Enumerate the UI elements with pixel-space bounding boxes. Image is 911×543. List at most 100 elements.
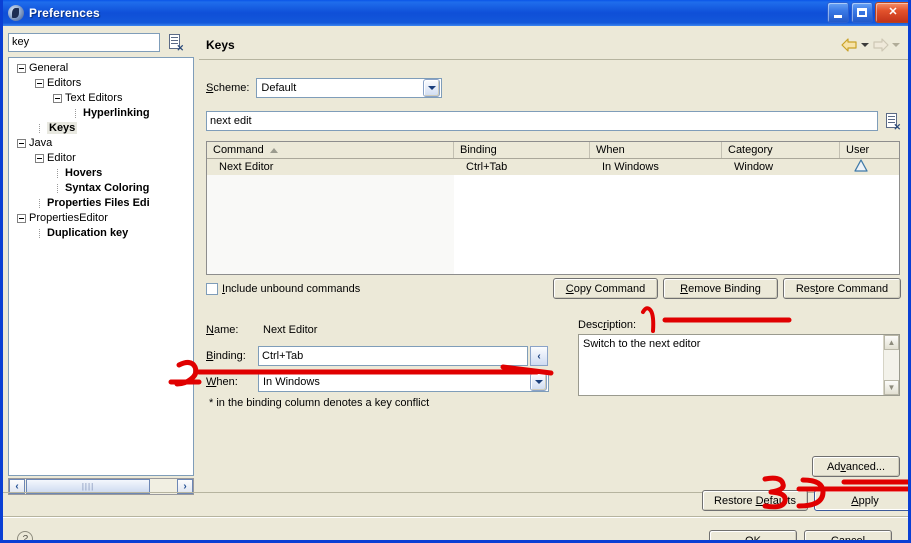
tree-item-label: Java (29, 137, 53, 149)
tree-item-label: General (29, 62, 69, 74)
include-unbound-row[interactable]: Include unbound commands (206, 283, 360, 295)
help-icon[interactable]: ? (17, 531, 33, 540)
filter-row: ✕ (8, 31, 194, 53)
tree-item-label: Editors (47, 77, 82, 89)
expand-collapse-icon[interactable] (35, 154, 44, 163)
column-header-label: When (596, 143, 625, 156)
user-binding-icon (840, 159, 899, 175)
tree-item-label: Syntax Coloring (65, 182, 150, 194)
chevron-down-icon[interactable] (530, 373, 547, 391)
scroll-up-icon[interactable]: ▲ (884, 335, 899, 350)
advanced-button[interactable]: Advanced... (812, 456, 900, 477)
column-header-user[interactable]: User (840, 142, 899, 158)
description-box[interactable]: Switch to the next editor ▲ ▼ (578, 334, 900, 396)
tree-item-syntax-coloring[interactable]: Syntax Coloring (9, 181, 193, 196)
when-label: When: (206, 376, 238, 388)
table-row[interactable]: Next Editor Ctrl+Tab In Windows Window (207, 159, 899, 175)
preferences-sidebar: ✕ General Editors Text Editors Hyperlinking… (8, 31, 194, 496)
when-combo[interactable]: In Windows (258, 372, 549, 392)
tree-item-label: Hovers (65, 167, 103, 179)
minimize-button[interactable] (827, 2, 849, 23)
title-separator (199, 59, 908, 60)
expand-collapse-icon[interactable] (53, 94, 62, 103)
description-label: Description: (578, 319, 637, 331)
cell-when: In Windows (602, 161, 659, 173)
expand-collapse-icon[interactable] (17, 214, 26, 223)
tree-item-java[interactable]: Java (9, 136, 193, 151)
tree-item-keys[interactable]: Keys (9, 121, 193, 136)
table-header-row: Command Binding When Category User (207, 142, 899, 159)
tree-item-propertieseditor[interactable]: PropertiesEditor (9, 211, 193, 226)
column-header-when[interactable]: When (590, 142, 722, 158)
include-unbound-label: Include unbound commands (222, 283, 361, 295)
maximize-button[interactable] (851, 2, 873, 23)
back-arrow-icon[interactable] (841, 38, 858, 52)
dialog-buttons: OK Cancel (709, 530, 892, 540)
tree-item-editors[interactable]: Editors (9, 76, 193, 91)
keys-preference-page: Keys Scheme: Default next edit ✕ Command… (199, 26, 908, 494)
window-title: Preferences (29, 6, 100, 20)
column-header-category[interactable]: Category (722, 142, 840, 158)
column-header-binding[interactable]: Binding (454, 142, 590, 158)
expand-collapse-icon[interactable] (17, 64, 26, 73)
tree-item-hyperlinking[interactable]: Hyperlinking (9, 106, 193, 121)
clear-filter-icon[interactable]: ✕ (167, 33, 184, 52)
description-value: Switch to the next editor (583, 338, 701, 350)
page-title: Keys (206, 38, 235, 52)
table-body: Next Editor Ctrl+Tab In Windows Window (207, 159, 899, 274)
keys-search-input[interactable] (206, 111, 878, 131)
key-bindings-table[interactable]: Command Binding When Category User Next Edit… (206, 141, 900, 275)
remove-binding-button[interactable]: Remove Binding (663, 278, 778, 299)
preferences-dialog: Preferences ✕ ✕ General Editors Text Edito… (0, 0, 911, 543)
expand-collapse-icon[interactable] (35, 79, 44, 88)
column-header-label: User (846, 143, 870, 156)
tree-item-label: Text Editors (65, 92, 123, 104)
description-section: Description: Switch to the next editor ▲… (578, 319, 900, 396)
chevron-down-icon[interactable] (423, 79, 441, 97)
scheme-label: Scheme: (206, 82, 250, 94)
tree-guide (39, 199, 44, 208)
keys-search-row: ✕ (206, 110, 901, 132)
tree-item-label: Hyperlinking (83, 107, 150, 119)
expand-collapse-icon[interactable] (17, 139, 26, 148)
tree-item-hovers[interactable]: Hovers (9, 166, 193, 181)
tree-item-editor[interactable]: Editor (9, 151, 193, 166)
cell-category: Window (734, 161, 774, 173)
apply-button[interactable]: Apply (814, 490, 908, 511)
filter-input[interactable] (8, 32, 160, 52)
tree-item-text-editors[interactable]: Text Editors (9, 91, 193, 106)
scheme-value: Default (261, 82, 297, 94)
binding-input[interactable] (258, 346, 528, 366)
column-header-command[interactable]: Command (207, 142, 454, 158)
include-unbound-checkbox[interactable] (206, 283, 218, 295)
tree-item-properties-files-edi[interactable]: Properties Files Edi (9, 196, 193, 211)
dialog-content: ✕ General Editors Text Editors Hyperlinking… (3, 26, 908, 540)
chevron-left-icon[interactable]: ‹ (530, 346, 548, 366)
description-scrollbar[interactable]: ▲ ▼ (883, 335, 899, 395)
clear-search-icon[interactable]: ✕ (884, 112, 901, 131)
tree-guide (75, 109, 80, 118)
tree-item-duplication-key[interactable]: Duplication key (9, 226, 193, 241)
command-buttons: Copy Command Remove Binding Restore Comm… (553, 278, 901, 299)
scroll-down-icon[interactable]: ▼ (884, 380, 899, 395)
scheme-combo[interactable]: Default (256, 78, 443, 98)
sort-ascending-icon (269, 147, 278, 153)
window-controls: ✕ (827, 2, 908, 23)
tree-item-label: Keys (47, 122, 78, 134)
tree-item-label: Properties Files Edi (47, 197, 150, 209)
tree-guide (39, 229, 44, 238)
preferences-tree[interactable]: General Editors Text Editors Hyperlinking Ke… (8, 57, 194, 476)
tree-item-general[interactable]: General (9, 61, 193, 76)
tree-item-label: PropertiesEditor (29, 212, 108, 224)
back-dropdown-caret-icon[interactable] (861, 43, 869, 47)
copy-command-button[interactable]: Copy Command (553, 278, 658, 299)
ok-button[interactable]: OK (709, 530, 797, 540)
cancel-button[interactable]: Cancel (804, 530, 892, 540)
footer-separator (3, 516, 908, 517)
close-button[interactable]: ✕ (875, 2, 908, 23)
page-navigation (841, 38, 900, 52)
title-bar: Preferences ✕ (3, 0, 908, 26)
tree-item-label: Editor (47, 152, 76, 164)
restore-defaults-button[interactable]: Restore Defaults (702, 490, 808, 511)
restore-command-button[interactable]: Restore Command (783, 278, 901, 299)
